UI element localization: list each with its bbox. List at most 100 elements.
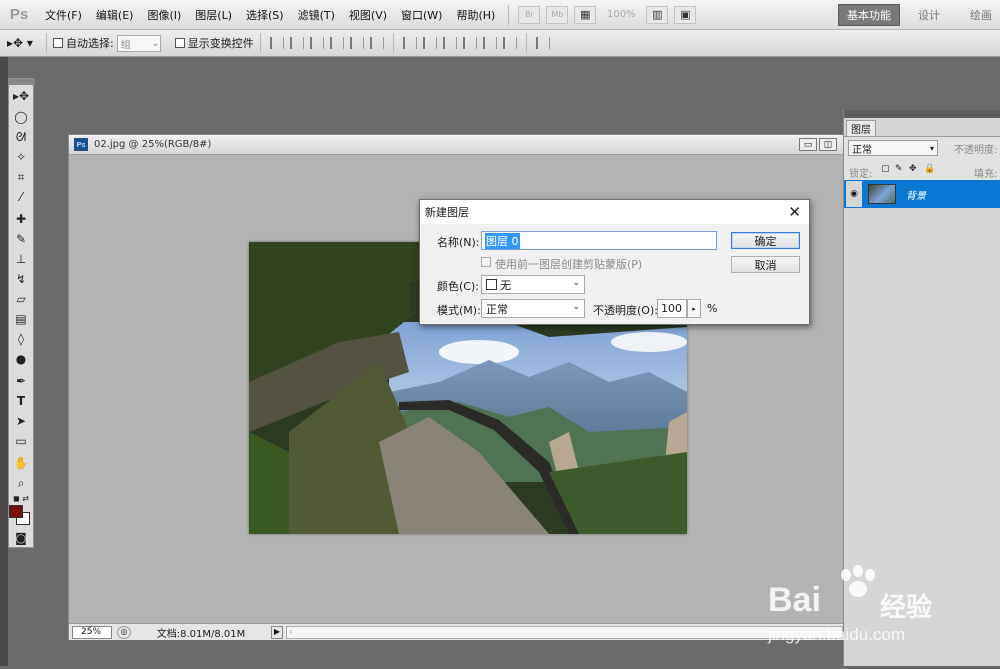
- distribute-left-icon[interactable]: [462, 37, 477, 49]
- show-transform-label: 显示变换控件: [187, 37, 254, 50]
- status-info-icon[interactable]: ◎: [117, 625, 131, 639]
- status-menu-arrow-icon[interactable]: ▶: [271, 625, 283, 639]
- pen-tool-icon[interactable]: ✒: [11, 372, 31, 390]
- document-tab[interactable]: Ps 02.jpg @ 25%(RGB/8#) ▭ ◫: [69, 135, 843, 155]
- menu-view[interactable]: 视图(V): [342, 7, 394, 23]
- hand-tool-icon[interactable]: ✋: [11, 454, 31, 472]
- distribute-bottom-icon[interactable]: [442, 37, 457, 49]
- type-tool-icon[interactable]: T: [11, 392, 31, 410]
- ok-button[interactable]: 确定: [731, 232, 800, 249]
- foreground-color-swatch[interactable]: [9, 505, 23, 518]
- zoom-field[interactable]: 25%: [72, 625, 112, 639]
- cancel-button[interactable]: 取消: [731, 256, 800, 273]
- eyedropper-tool-icon[interactable]: ⁄: [11, 188, 31, 206]
- distribute-vcenter-icon[interactable]: [422, 37, 437, 49]
- baidu-jingyan-watermark: Bai 经验 jingyan.baidu.com: [762, 565, 1000, 666]
- lasso-tool-icon[interactable]: ᘛ: [11, 128, 31, 146]
- opacity-input[interactable]: 100: [657, 299, 687, 318]
- align-top-icon[interactable]: [269, 37, 284, 49]
- gradient-tool-icon[interactable]: ▤: [11, 310, 31, 328]
- blur-tool-icon[interactable]: ◊: [11, 330, 31, 348]
- workspace-essentials[interactable]: 基本功能: [838, 3, 900, 26]
- marquee-tool-icon[interactable]: ◯: [11, 108, 31, 126]
- workspace-design[interactable]: 设计: [910, 4, 948, 26]
- close-icon[interactable]: ✕: [788, 203, 801, 221]
- blend-mode-dropdown[interactable]: 正常 ▾: [848, 140, 938, 156]
- dodge-tool-icon[interactable]: ●: [11, 350, 31, 368]
- distribute-right-icon[interactable]: [502, 37, 517, 49]
- auto-select-dropdown[interactable]: 组 ⌄: [116, 34, 161, 52]
- separator: [392, 33, 394, 53]
- lock-all-icon[interactable]: 🔒: [924, 164, 935, 174]
- brush-tool-icon[interactable]: ✎: [11, 230, 31, 248]
- panel-dock-strip: [0, 57, 8, 666]
- clone-stamp-tool-icon[interactable]: ⊥: [11, 250, 31, 268]
- bridge-button[interactable]: Br: [518, 5, 541, 24]
- workspace-painting[interactable]: 绘画: [962, 4, 1000, 26]
- show-transform-checkbox[interactable]: [174, 38, 185, 48]
- watermark-brand: Bai: [768, 581, 821, 619]
- distribute-top-icon[interactable]: [402, 37, 417, 49]
- align-bottom-icon[interactable]: [309, 37, 324, 49]
- eye-icon[interactable]: ◉: [846, 181, 862, 207]
- tab-layers[interactable]: 图层: [846, 120, 876, 136]
- auto-align-icon[interactable]: [535, 37, 550, 49]
- eraser-tool-icon[interactable]: ▱: [11, 290, 31, 308]
- document-title: 02.jpg @ 25%(RGB/8#): [94, 139, 212, 150]
- mode-dropdown[interactable]: 正常 ⌄: [481, 299, 585, 318]
- minimize-button[interactable]: ▭: [799, 138, 817, 151]
- opacity-label: 不透明度(O):: [593, 304, 658, 317]
- color-value: 无: [500, 278, 511, 292]
- crop-tool-icon[interactable]: ⌗: [11, 168, 31, 186]
- opacity-slider-arrow-icon[interactable]: ▸: [687, 299, 701, 318]
- color-dropdown[interactable]: 无 ⌄: [481, 275, 585, 294]
- menu-file[interactable]: 文件(F): [38, 7, 89, 23]
- magic-wand-tool-icon[interactable]: ✧: [11, 148, 31, 166]
- shape-tool-icon[interactable]: ▭: [11, 432, 31, 450]
- align-right-icon[interactable]: [369, 37, 384, 49]
- clip-mask-label: 使用前一图层创建剪贴蒙版(P): [495, 258, 643, 271]
- fill-label: 填充:: [974, 169, 998, 180]
- menu-filter[interactable]: 滤镜(T): [291, 7, 342, 23]
- auto-select-checkbox[interactable]: [53, 38, 63, 48]
- menu-select[interactable]: 选择(S): [239, 7, 291, 23]
- menu-image[interactable]: 图像(I): [140, 7, 188, 23]
- lock-pixels-icon[interactable]: ✎: [895, 164, 903, 174]
- move-tool-icon[interactable]: ▸✥: [11, 87, 31, 105]
- path-selection-tool-icon[interactable]: ➤: [11, 412, 31, 430]
- align-vcenter-icon[interactable]: [289, 37, 304, 49]
- history-brush-tool-icon[interactable]: ↯: [11, 270, 31, 288]
- move-tool-preset-icon[interactable]: ▸✥ ▾: [0, 36, 40, 50]
- align-left-icon[interactable]: [329, 37, 344, 49]
- align-hcenter-icon[interactable]: [349, 37, 364, 49]
- layer-name-input[interactable]: 图层 0: [481, 231, 717, 250]
- document-size: 文档:8.01M/8.01M: [156, 628, 246, 640]
- mode-value: 正常: [486, 302, 508, 316]
- lock-position-icon[interactable]: ✥: [909, 164, 917, 174]
- clip-mask-checkbox[interactable]: [481, 257, 491, 267]
- chevron-down-icon: ⌄: [572, 302, 580, 312]
- panel-header-bar: [844, 110, 1000, 118]
- menu-layer[interactable]: 图层(L): [188, 7, 239, 23]
- separator: [46, 33, 47, 53]
- menu-edit[interactable]: 编辑(E): [89, 7, 141, 23]
- photoshop-file-icon: Ps: [74, 138, 88, 151]
- toolbar-grip[interactable]: [9, 79, 35, 85]
- mini-bridge-button[interactable]: Mb: [546, 5, 569, 24]
- menu-window[interactable]: 窗口(W): [394, 7, 449, 23]
- view-extras-button[interactable]: ▦: [574, 5, 597, 24]
- zoom-level[interactable]: 100%: [599, 9, 643, 20]
- distribute-hcenter-icon[interactable]: [482, 37, 497, 49]
- horizontal-scrollbar[interactable]: ‹: [286, 625, 843, 639]
- screen-mode-button[interactable]: ▣: [674, 5, 697, 24]
- layer-row-background[interactable]: ◉ 背景: [844, 180, 1000, 208]
- restore-button[interactable]: ◫: [819, 138, 837, 151]
- quick-mask-icon[interactable]: ◙: [11, 529, 31, 547]
- menu-help[interactable]: 帮助(H): [449, 7, 502, 23]
- lock-transparent-icon[interactable]: ▢: [881, 164, 890, 174]
- separator: [259, 33, 261, 53]
- dialog-title: 新建图层: [425, 206, 469, 219]
- healing-brush-tool-icon[interactable]: ✚: [11, 210, 31, 228]
- arrange-documents-button[interactable]: ▥: [646, 5, 669, 24]
- auto-select-label: 自动选择:: [66, 37, 114, 50]
